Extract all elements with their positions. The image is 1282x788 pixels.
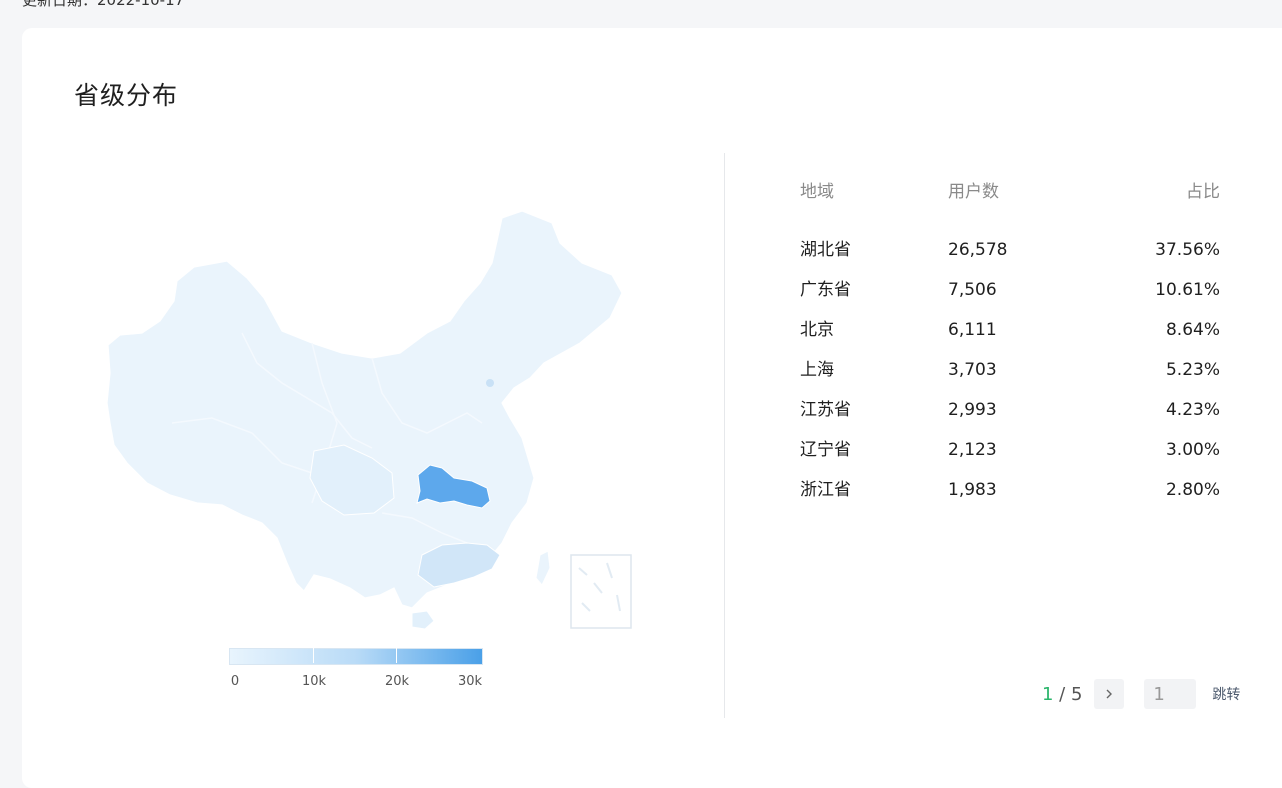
map-mainland[interactable] bbox=[106, 210, 623, 609]
cell-region: 江苏省 bbox=[800, 400, 851, 420]
card-title: 省级分布 bbox=[74, 81, 179, 110]
legend-tick: 30k bbox=[457, 674, 483, 689]
chevron-right-icon bbox=[1106, 689, 1113, 699]
table-row: 辽宁省 2,123 3.00% bbox=[800, 438, 1220, 478]
legend-gradient-bar[interactable] bbox=[229, 648, 483, 665]
map-legend[interactable]: 0 10k 20k 30k bbox=[229, 648, 483, 698]
cell-share: 8.64% bbox=[1165, 320, 1220, 340]
current-page: 1 bbox=[1042, 683, 1054, 705]
cell-share: 37.56% bbox=[1155, 240, 1220, 260]
cell-users: 26,578 bbox=[948, 240, 1008, 260]
cell-region: 北京 bbox=[800, 320, 834, 340]
province-distribution-card: 省级分布 0 10k 20k 30k 地域 用户数 占比 湖北省 26,578 … bbox=[22, 28, 1282, 788]
page-jump-input[interactable] bbox=[1144, 679, 1197, 709]
total-pages: 5 bbox=[1070, 683, 1083, 705]
cell-share: 3.00% bbox=[1165, 440, 1220, 460]
map-province-beijing[interactable] bbox=[486, 379, 494, 387]
table-row: 上海 3,703 5.23% bbox=[800, 358, 1220, 398]
cell-users: 2,993 bbox=[948, 400, 997, 420]
update-date: 更新日期：2022-10-17 bbox=[22, 0, 185, 9]
jump-button[interactable]: 跳转 bbox=[1212, 684, 1240, 704]
next-page-button[interactable] bbox=[1094, 679, 1125, 709]
china-map-svg bbox=[106, 210, 632, 630]
vertical-divider bbox=[724, 153, 725, 718]
legend-tick: 20k bbox=[384, 674, 410, 689]
cell-users: 1,983 bbox=[948, 480, 997, 500]
legend-tick: 10k bbox=[301, 674, 327, 689]
cell-users: 3,703 bbox=[948, 360, 997, 380]
cell-share: 2.80% bbox=[1165, 480, 1220, 500]
table-body: 湖北省 26,578 37.56% 广东省 7,506 10.61% 北京 6,… bbox=[800, 238, 1220, 518]
cell-share: 5.23% bbox=[1165, 360, 1220, 380]
table-row: 浙江省 1,983 2.80% bbox=[800, 478, 1220, 518]
page-separator: / bbox=[1053, 683, 1071, 705]
table-row: 湖北省 26,578 37.56% bbox=[800, 238, 1220, 278]
cell-region: 辽宁省 bbox=[800, 440, 851, 460]
china-map[interactable] bbox=[82, 183, 642, 643]
map-province-taiwan[interactable] bbox=[535, 550, 551, 586]
legend-separator bbox=[396, 648, 397, 663]
cell-region: 浙江省 bbox=[800, 480, 851, 500]
cell-users: 2,123 bbox=[948, 440, 997, 460]
header-region: 地域 bbox=[800, 182, 834, 202]
page-indicator: 1 / 5 bbox=[1042, 684, 1082, 705]
legend-tick: 0 bbox=[230, 674, 240, 689]
table-header: 地域 用户数 占比 bbox=[800, 180, 1220, 204]
cell-region: 广东省 bbox=[800, 280, 851, 300]
header-share: 占比 bbox=[1186, 182, 1220, 202]
cell-region: 上海 bbox=[800, 360, 834, 380]
inset-islands bbox=[578, 562, 621, 612]
region-table: 地域 用户数 占比 湖北省 26,578 37.56% 广东省 7,506 10… bbox=[800, 180, 1220, 518]
pagination: 1 / 5 跳转 bbox=[1042, 679, 1240, 709]
cell-users: 6,111 bbox=[948, 320, 997, 340]
table-row: 江苏省 2,993 4.23% bbox=[800, 398, 1220, 438]
cell-region: 湖北省 bbox=[800, 240, 851, 260]
map-province-hainan[interactable] bbox=[411, 610, 435, 630]
cell-users: 7,506 bbox=[948, 280, 997, 300]
legend-separator bbox=[313, 648, 314, 663]
header-users: 用户数 bbox=[948, 182, 999, 202]
cell-share: 4.23% bbox=[1165, 400, 1220, 420]
table-row: 北京 6,111 8.64% bbox=[800, 318, 1220, 358]
table-row: 广东省 7,506 10.61% bbox=[800, 278, 1220, 318]
cell-share: 10.61% bbox=[1155, 280, 1220, 300]
